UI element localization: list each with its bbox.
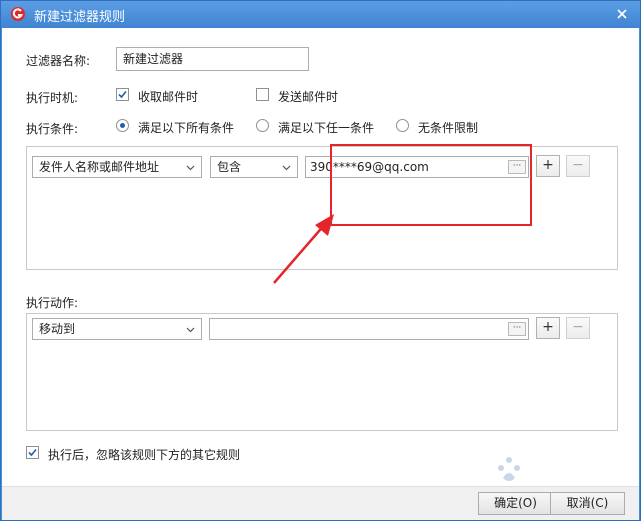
condition-field-select[interactable]: 发件人名称或邮件地址 [32, 156, 202, 178]
chevron-down-icon [186, 327, 195, 333]
match-all-radio[interactable] [116, 119, 129, 132]
action-value: 移动到 [39, 322, 76, 336]
match-all-label: 满足以下所有条件 [138, 121, 235, 135]
action-target-input[interactable] [209, 318, 529, 340]
receive-mail-label: 收取邮件时 [138, 90, 199, 104]
ignore-rest-label: 执行后，忽略该规则下方的其它规则 [48, 448, 241, 462]
action-select[interactable]: 移动到 [32, 318, 202, 340]
no-condition-radio[interactable] [396, 119, 409, 132]
match-any-radio[interactable] [256, 119, 269, 132]
condition-field-value: 发件人名称或邮件地址 [39, 160, 160, 174]
app-logo-icon [11, 7, 25, 21]
highlight-annotation [330, 144, 532, 226]
no-condition-label: 无条件限制 [418, 121, 479, 135]
add-condition-button[interactable]: + [536, 155, 560, 177]
chevron-down-icon [186, 165, 195, 171]
checkmark-icon [28, 448, 37, 457]
condition-operator-value: 包含 [217, 160, 242, 174]
receive-mail-checkbox[interactable] [116, 88, 129, 101]
title-bar[interactable]: 新建过滤器规则 [1, 1, 640, 28]
condition-label: 执行条件: [26, 122, 79, 136]
watermark-logo [498, 457, 520, 481]
condition-operator-select[interactable]: 包含 [210, 156, 298, 178]
remove-action-button[interactable]: − [566, 317, 590, 339]
actions-label: 执行动作: [26, 296, 79, 310]
action-more-button[interactable]: ··· [508, 322, 526, 336]
filter-name-input[interactable]: 新建过滤器 [116, 47, 309, 71]
chevron-down-icon [282, 165, 291, 171]
timing-label: 执行时机: [26, 91, 79, 105]
remove-condition-button[interactable]: − [566, 155, 590, 177]
filter-name-label: 过滤器名称: [26, 54, 91, 68]
red-arrow-annotation [273, 214, 334, 284]
filter-rule-dialog: 新建过滤器规则 过滤器名称: 新建过滤器 执行时机: 收取邮件时 发送邮件时 执… [0, 0, 641, 521]
close-icon[interactable] [612, 5, 632, 23]
send-mail-checkbox[interactable] [256, 88, 269, 101]
match-any-label: 满足以下任一条件 [278, 121, 375, 135]
send-mail-label: 发送邮件时 [278, 90, 339, 104]
checkmark-icon [118, 90, 127, 99]
ignore-rest-checkbox[interactable] [26, 446, 39, 459]
window-title: 新建过滤器规则 [34, 10, 126, 25]
add-action-button[interactable]: + [536, 317, 560, 339]
